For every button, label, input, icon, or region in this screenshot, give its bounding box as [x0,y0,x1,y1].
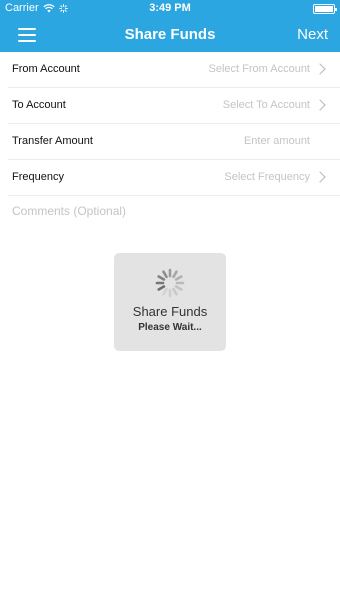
frequency-row[interactable]: Frequency Select Frequency [8,160,340,196]
transfer-amount-row: Transfer Amount Enter amount [8,124,340,160]
transfer-amount-label: Transfer Amount [12,135,93,147]
to-account-label: To Account [12,99,66,111]
chevron-right-icon [314,63,326,75]
page-title: Share Funds [124,26,216,43]
frequency-label: Frequency [12,171,64,183]
next-button[interactable]: Next [297,26,328,43]
to-account-value: Select To Account [222,99,310,111]
battery-icon [313,4,337,14]
from-account-row[interactable]: From Account Select From Account [8,52,340,88]
loading-message: Please Wait... [138,322,202,333]
comments-field[interactable]: Comments (Optional) [12,204,126,218]
transfer-amount-input[interactable]: Enter amount [244,135,310,147]
chevron-right-icon [314,99,326,111]
spinner-icon [155,268,185,298]
from-account-label: From Account [12,63,80,75]
chevron-right-icon [314,171,326,183]
share-funds-form: From Account Select From Account To Acco… [0,52,340,196]
nav-bar: Share Funds Next [0,18,340,52]
status-time: 3:49 PM [149,2,191,14]
to-account-row[interactable]: To Account Select To Account [8,88,340,124]
from-account-value: Select From Account [208,63,311,75]
frequency-value: Select Frequency [224,171,310,183]
status-bar: Carrier 3:49 PM [0,0,340,18]
loading-overlay: Share Funds Please Wait... [114,253,226,351]
loading-title: Share Funds [132,304,208,319]
